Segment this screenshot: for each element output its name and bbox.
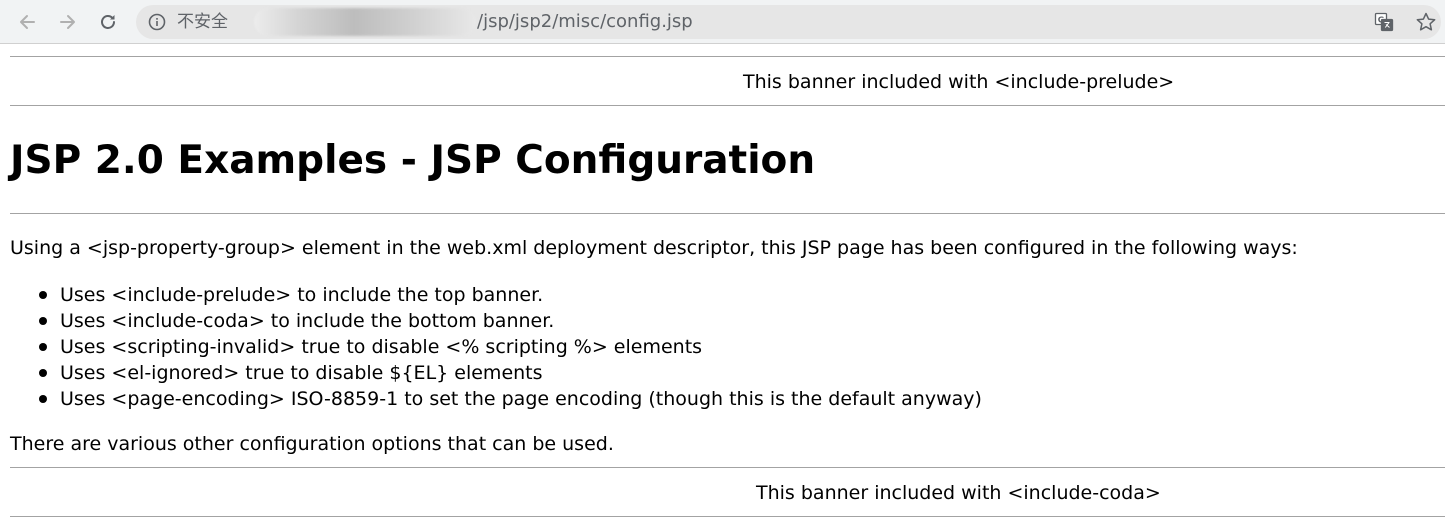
bottom-banner-rule-lower — [10, 516, 1445, 517]
arrow-right-icon — [60, 15, 75, 29]
list-item: Uses <page-encoding> ISO-8859-1 to set t… — [10, 388, 982, 414]
intro-paragraph: Using a <jsp-property-group> element in … — [10, 237, 1298, 259]
top-banner-rule-upper — [10, 56, 1445, 57]
list-item-text: Uses <include-coda> to include the botto… — [60, 310, 555, 332]
list-item-text: Uses <include-prelude> to include the to… — [60, 284, 544, 306]
bullet-icon — [39, 343, 47, 351]
list-item: Uses <include-prelude> to include the to… — [10, 284, 982, 310]
arrow-left-icon — [20, 15, 35, 29]
forward-button[interactable] — [55, 9, 81, 35]
list-item: Uses <scripting-invalid> true to disable… — [10, 336, 982, 362]
bullet-icon — [39, 369, 47, 377]
bottom-banner-text: This banner included with <include-coda> — [756, 482, 1161, 504]
top-banner-rule-lower — [10, 105, 1445, 106]
bottom-banner-rule-upper — [10, 467, 1445, 468]
svg-text:G: G — [1378, 16, 1385, 25]
outro-paragraph: There are various other configuration op… — [10, 433, 614, 455]
browser-toolbar: 不安全 /jsp/jsp2/misc/config.jsp G — [0, 0, 1445, 44]
reload-button[interactable] — [95, 9, 121, 35]
redacted-host — [254, 8, 476, 36]
url-path[interactable]: /jsp/jsp2/misc/config.jsp — [477, 12, 693, 32]
star-icon[interactable] — [1415, 11, 1437, 33]
address-bar[interactable]: 不安全 /jsp/jsp2/misc/config.jsp G — [136, 5, 1441, 39]
list-item-text: Uses <page-encoding> ISO-8859-1 to set t… — [60, 388, 982, 410]
bullet-icon — [39, 317, 47, 325]
list-item-text: Uses <scripting-invalid> true to disable… — [60, 336, 703, 358]
security-label[interactable]: 不安全 — [177, 13, 228, 31]
bullet-icon — [39, 291, 47, 299]
list-item-text: Uses <el-ignored> true to disable ${EL} … — [60, 362, 543, 384]
bullet-icon — [39, 395, 47, 403]
reload-icon — [101, 15, 115, 29]
back-button[interactable] — [14, 9, 40, 35]
top-banner-text: This banner included with <include-prelu… — [743, 71, 1175, 93]
title-rule — [10, 213, 1445, 214]
list-item: Uses <include-coda> to include the botto… — [10, 310, 982, 336]
page-title: JSP 2.0 Examples - JSP Configuration — [10, 138, 816, 183]
translate-icon[interactable]: G — [1374, 12, 1394, 32]
info-icon[interactable] — [148, 13, 166, 31]
list-item: Uses <el-ignored> true to disable ${EL} … — [10, 362, 982, 388]
configuration-list: Uses <include-prelude> to include the to… — [10, 284, 982, 414]
